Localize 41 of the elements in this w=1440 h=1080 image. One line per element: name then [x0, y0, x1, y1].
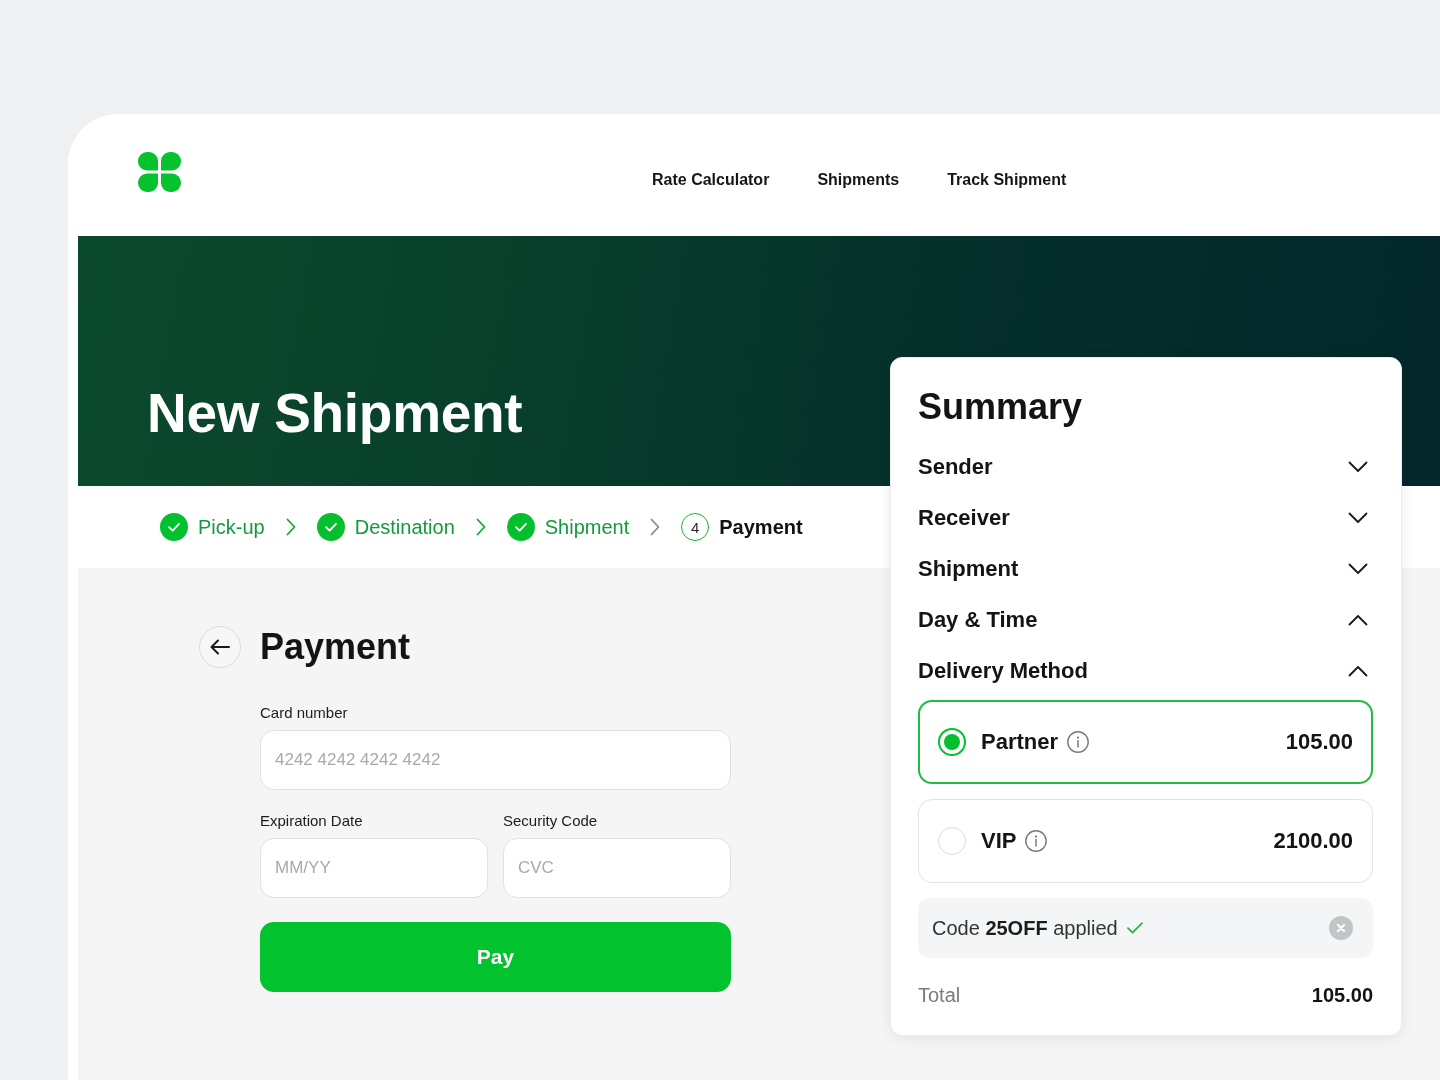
accordion-header[interactable]: Delivery Method	[918, 645, 1373, 696]
back-button[interactable]	[199, 626, 241, 668]
chevron-right-icon	[285, 518, 296, 536]
security-code-field[interactable]: CVC	[503, 838, 731, 898]
info-icon[interactable]	[1025, 830, 1048, 852]
nav-link[interactable]: Rate Calculator	[652, 170, 770, 190]
close-icon[interactable]	[1329, 916, 1353, 940]
delivery-option[interactable]: Partner 105.00	[918, 700, 1373, 784]
step-label[interactable]: Payment	[719, 515, 803, 539]
step-label[interactable]: Shipment	[544, 515, 630, 539]
summary-title: Summary	[918, 385, 1084, 429]
nav-link[interactable]: Shipments	[817, 170, 900, 190]
accordion-header[interactable]: Shipment	[918, 543, 1373, 594]
option-name: VIP	[981, 828, 1017, 854]
field-label: Security Code	[503, 812, 599, 830]
field-label: Expiration Date	[260, 812, 364, 830]
promo-code-text: Code 25OFF applied	[932, 916, 1118, 940]
accordion-header[interactable]: Sender	[918, 441, 1373, 492]
section-title: Payment	[260, 625, 411, 669]
total-value: 105.00	[1311, 983, 1373, 1007]
option-price: 2100.00	[1273, 828, 1353, 854]
radio-button[interactable]	[938, 728, 966, 756]
logo-icon[interactable]	[138, 152, 181, 192]
total-label: Total	[918, 983, 961, 1007]
arrow-left-icon	[210, 639, 230, 655]
step-label[interactable]: Destination	[354, 515, 455, 539]
page-title: New Shipment	[147, 381, 523, 445]
expiration-date-field[interactable]: MM/YY	[260, 838, 488, 898]
field-label: Card number	[260, 704, 349, 722]
accordion-header[interactable]: Day & Time	[918, 594, 1373, 645]
step-label[interactable]: Pick-up	[198, 515, 265, 539]
nav-link[interactable]: Track Shipment	[947, 170, 1067, 190]
check-icon	[1126, 922, 1143, 934]
card-number-field[interactable]: 4242 4242 4242 4242	[260, 730, 731, 790]
info-icon[interactable]	[1067, 731, 1090, 753]
option-name: Partner	[981, 729, 1059, 755]
accordion-header[interactable]: Receiver	[918, 492, 1373, 543]
chevron-right-icon	[475, 518, 486, 536]
delivery-option[interactable]: VIP 2100.00	[918, 799, 1373, 883]
option-price: 105.00	[1285, 729, 1353, 755]
chevron-right-icon	[650, 518, 661, 536]
